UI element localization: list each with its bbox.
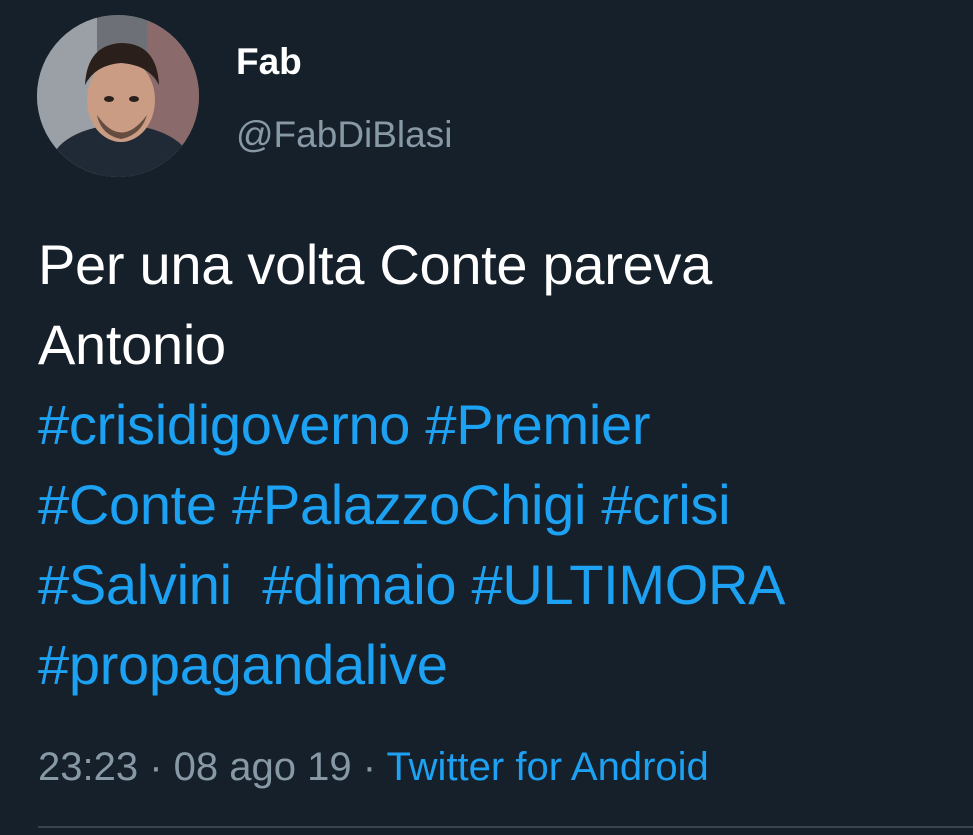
tweet-time[interactable]: 23:23	[38, 745, 138, 789]
tweet-date[interactable]: 08 ago 19	[174, 745, 352, 789]
tweet-source-link[interactable]: Twitter for Android	[386, 745, 708, 789]
hashtag-line: #Conte #PalazzoChigi #crisi	[38, 465, 948, 545]
hashtag-line: #Salvini #dimaio #ULTIMORA	[38, 545, 948, 625]
hashtag-link[interactable]: #Conte	[38, 473, 217, 536]
tweet-meta: 23:23 · 08 ago 19 · Twitter for Android	[38, 742, 709, 792]
meta-separator: ·	[138, 745, 174, 789]
display-name[interactable]: Fab	[236, 40, 302, 84]
hashtag-link[interactable]: #dimaio	[262, 553, 456, 616]
hashtag-link[interactable]: #PalazzoChigi	[232, 473, 586, 536]
avatar-image	[37, 15, 199, 177]
hashtag-link[interactable]: #crisidigoverno	[38, 393, 410, 456]
tweet-text-line: Per una volta Conte pareva	[38, 233, 712, 296]
tweet-card: Fab @FabDiBlasi Per una volta Conte pare…	[0, 0, 973, 835]
hashtag-link[interactable]: #ULTIMORA	[472, 553, 786, 616]
user-handle[interactable]: @FabDiBlasi	[236, 113, 452, 157]
hashtag-line: #propagandalive	[38, 625, 948, 705]
avatar[interactable]	[37, 15, 199, 177]
meta-separator: ·	[351, 745, 387, 789]
hashtag-line: #crisidigoverno #Premier	[38, 385, 948, 465]
tweet-text: Per una volta Conte pareva Antonio #cris…	[38, 225, 948, 705]
tweet-text-line: Antonio	[38, 313, 226, 376]
hashtag-link[interactable]: #Salvini	[38, 553, 232, 616]
divider	[38, 826, 973, 828]
hashtag-link[interactable]: #propagandalive	[38, 633, 448, 696]
hashtag-link[interactable]: #crisi	[601, 473, 730, 536]
hashtag-link[interactable]: #Premier	[425, 393, 650, 456]
